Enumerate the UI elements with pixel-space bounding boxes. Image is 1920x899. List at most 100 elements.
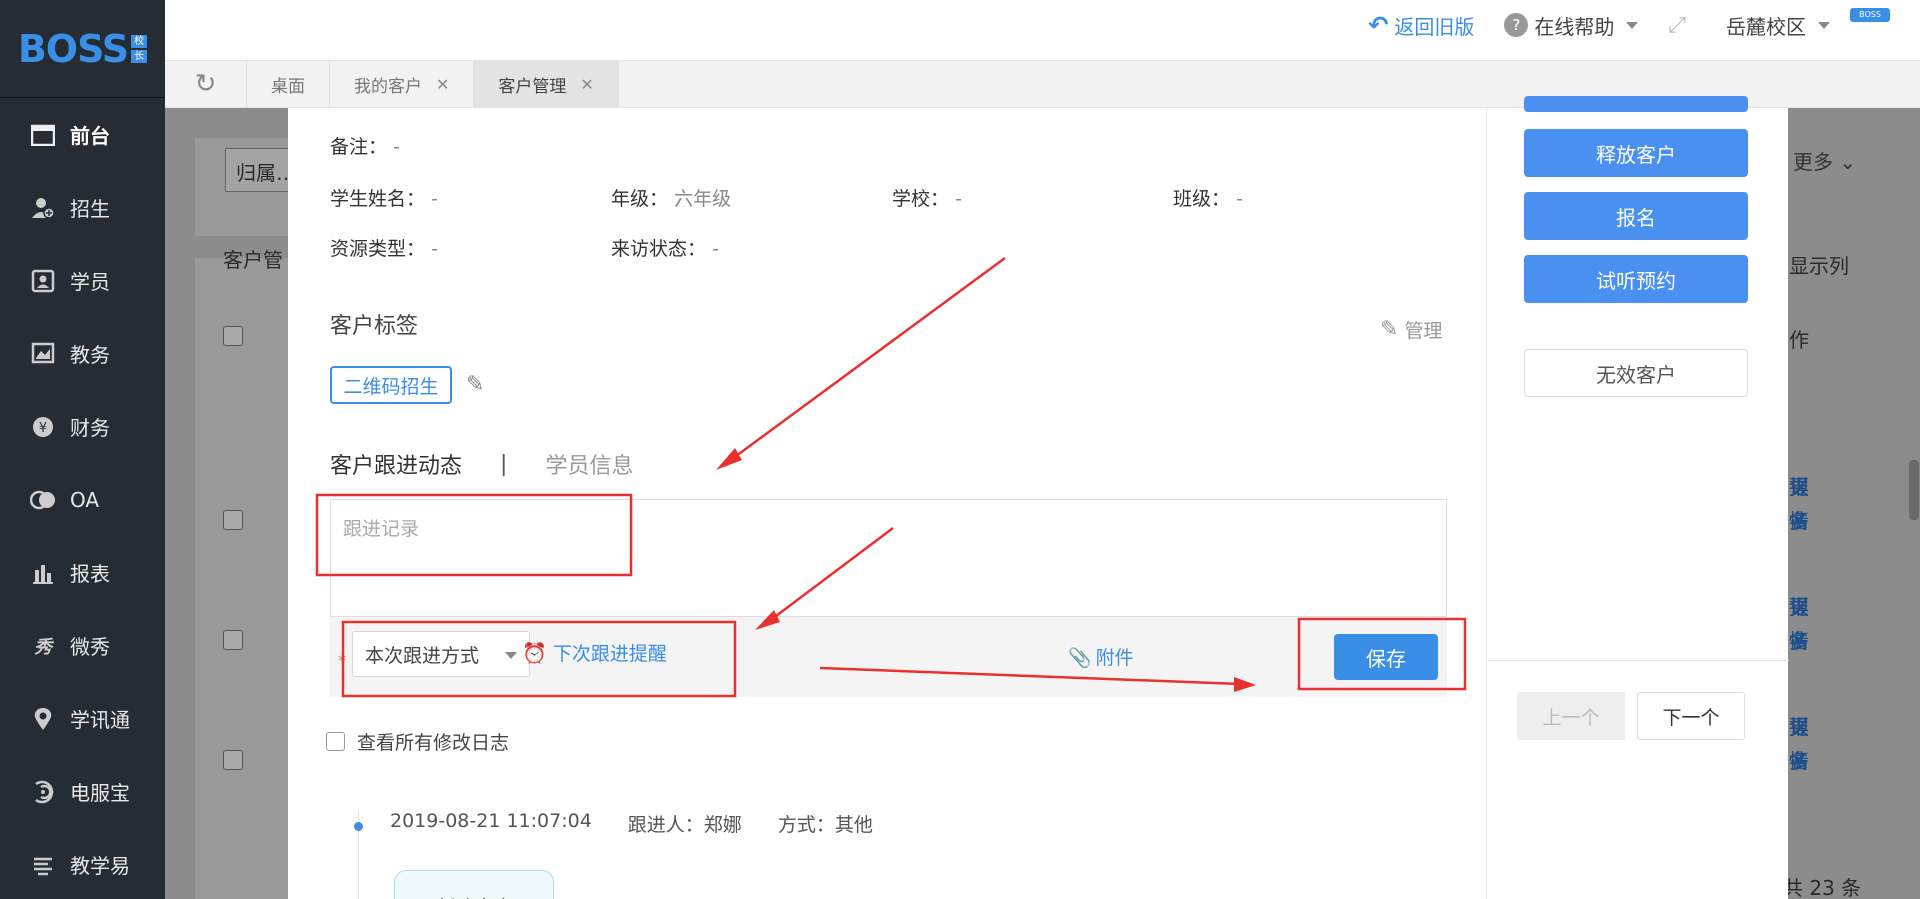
- display-columns[interactable]: 显示列: [1789, 250, 1849, 279]
- chevron-down-icon: [1626, 21, 1639, 29]
- tab-followup[interactable]: 客户跟进动态: [330, 448, 462, 480]
- alarm-clock-icon: ⏰: [522, 640, 547, 665]
- logo-badge: 校 长: [131, 34, 148, 64]
- total-count: 共 23 条: [1783, 876, 1862, 899]
- manage-label: 管理: [1404, 320, 1443, 342]
- logo-text: BOSS: [17, 26, 129, 71]
- field-value: -: [955, 188, 962, 210]
- close-icon[interactable]: ✕: [580, 75, 593, 94]
- customer-detail-panel: 备注： - 学生姓名： - 年级： 六年级 学校： - 班级： - 资源类型： …: [288, 108, 1486, 899]
- row-checkbox[interactable]: [223, 750, 243, 770]
- select-value: 本次跟进方式: [365, 644, 480, 667]
- refresh-icon[interactable]: ↻: [165, 61, 247, 107]
- undo-icon: ↶: [1368, 11, 1389, 39]
- log-follower: 跟进人：郑娜: [627, 814, 742, 836]
- attachment-button[interactable]: 📎 附件: [1068, 643, 1134, 670]
- row-more-link[interactable]: 更多: [1789, 590, 1809, 658]
- trial-booking-button[interactable]: 试听预约: [1524, 255, 1748, 303]
- row-more-link[interactable]: 更多: [1789, 470, 1809, 538]
- attachment-label: 附件: [1095, 647, 1134, 669]
- tab-student-info[interactable]: 学员信息: [545, 448, 633, 480]
- field-label: 来访状态：: [611, 238, 707, 260]
- prev-button[interactable]: 上一个: [1517, 692, 1625, 740]
- online-help-menu[interactable]: ? 在线帮助: [1504, 11, 1639, 40]
- row-more-link[interactable]: 更多: [1789, 710, 1809, 778]
- field-value: -: [712, 238, 719, 260]
- sidebar-item-recruit[interactable]: 招生: [0, 171, 165, 244]
- campus-label: 岳麓校区: [1726, 14, 1806, 39]
- tab-my-customers[interactable]: 我的客户 ✕: [330, 61, 475, 107]
- help-icon: ?: [1504, 13, 1529, 37]
- logo-badge-char: 长: [131, 49, 148, 63]
- remark-label: 备注：: [330, 136, 388, 158]
- col-action-header: 作: [1789, 328, 1809, 352]
- enroll-button[interactable]: 报名: [1524, 192, 1748, 240]
- tab-desktop[interactable]: 桌面: [247, 61, 330, 107]
- sidebar-item-oa[interactable]: OA: [0, 463, 165, 536]
- back-old-version-link[interactable]: ↶ 返回旧版: [1368, 11, 1474, 40]
- select-all-checkbox[interactable]: [223, 326, 243, 346]
- manage-tags-button[interactable]: ✎ 管理: [1380, 316, 1442, 343]
- row-checkbox[interactable]: [223, 510, 243, 530]
- sidebar-item-students[interactable]: 学员: [0, 244, 165, 317]
- fullscreen-icon[interactable]: ⤢: [1668, 13, 1686, 38]
- row-checkbox[interactable]: [223, 630, 243, 650]
- sidebar-item-finance[interactable]: ¥ 财务: [0, 390, 165, 463]
- log-entry-header: 2019-08-21 11:07:04 跟进人：郑娜 方式：其他: [390, 810, 909, 837]
- tab-label: 客户管理: [498, 76, 567, 97]
- yen-icon: ¥: [30, 414, 56, 440]
- teach-icon: [30, 852, 56, 878]
- id-card-icon: [30, 268, 56, 294]
- edit-tag-icon[interactable]: ✎: [466, 372, 484, 397]
- required-marker: *: [338, 651, 346, 670]
- campus-selector[interactable]: 岳麓校区: [1726, 11, 1830, 40]
- save-button[interactable]: 保存: [1334, 634, 1438, 680]
- next-reminder-button[interactable]: ⏰ 下次跟进提醒: [522, 639, 667, 666]
- sidebar-item-weixiu[interactable]: 秀 微秀: [0, 609, 165, 682]
- school-field: 学校： -: [892, 184, 962, 211]
- wei-xiu-icon: 秀: [34, 636, 52, 658]
- reminder-label: 下次跟进提醒: [552, 643, 667, 665]
- field-value: -: [431, 188, 438, 210]
- list-scrollbar[interactable]: [1909, 460, 1919, 520]
- help-label: 在线帮助: [1534, 14, 1615, 39]
- sidebar-item-label: 学讯通: [70, 708, 130, 732]
- book-icon: [30, 341, 56, 367]
- customer-tag[interactable]: 二维码招生: [330, 366, 452, 404]
- sidebar-item-label: 前台: [70, 124, 110, 148]
- oa-icon: [30, 487, 56, 513]
- view-logs-checkbox[interactable]: [326, 732, 345, 751]
- field-label: 年级：: [611, 188, 669, 210]
- release-customer-button[interactable]: 释放客户: [1524, 129, 1748, 177]
- boss-badge: BOSS: [1850, 8, 1890, 22]
- field-value: -: [431, 238, 438, 260]
- calendar-icon: [30, 122, 56, 148]
- sidebar-item-reports[interactable]: 报表: [0, 536, 165, 609]
- top-action-button[interactable]: [1524, 96, 1748, 112]
- invalid-customer-button[interactable]: 无效客户: [1524, 349, 1748, 397]
- field-label: 学校：: [892, 188, 950, 210]
- more-toggle[interactable]: 更多 ⌄: [1793, 146, 1856, 175]
- sidebar-item-jiaoxueyi[interactable]: 教学易: [0, 828, 165, 899]
- chevron-down-icon: [1818, 21, 1830, 29]
- top-header: ↶ 返回旧版 ? 在线帮助 ⤢ 岳麓校区 BOSS: [165, 0, 1920, 60]
- sidebar-item-label: 招生: [70, 197, 110, 221]
- followup-record-input[interactable]: 跟进记录: [330, 499, 1447, 617]
- customer-tags-title: 客户标签: [330, 314, 419, 339]
- back-old-label: 返回旧版: [1394, 14, 1475, 39]
- followup-method-select[interactable]: 本次跟进方式: [352, 631, 530, 677]
- close-icon[interactable]: ✕: [436, 75, 449, 94]
- sidebar-item-academic[interactable]: 教务: [0, 317, 165, 390]
- view-all-logs[interactable]: 查看所有修改日志: [326, 728, 509, 755]
- sidebar-item-xuexuntong[interactable]: 学讯通: [0, 682, 165, 755]
- tab-separator: |: [500, 451, 508, 477]
- followup-toolbar: * 本次跟进方式 ⏰ 下次跟进提醒 📎 附件: [330, 617, 1447, 697]
- sidebar-item-dianfubao[interactable]: 电服宝: [0, 755, 165, 828]
- sidebar-item-frontdesk[interactable]: 前台: [0, 98, 165, 171]
- tab-customer-management[interactable]: 客户管理 ✕: [474, 61, 619, 107]
- timeline-dot: [354, 822, 363, 831]
- field-label: 学生姓名：: [330, 188, 426, 210]
- field-value: -: [1236, 188, 1243, 210]
- next-button[interactable]: 下一个: [1637, 692, 1745, 740]
- sidebar: BOSS 校 长 前台 招生 学员 教务 ¥ 财务 OA 报表 秀 微秀 学讯通: [0, 0, 165, 899]
